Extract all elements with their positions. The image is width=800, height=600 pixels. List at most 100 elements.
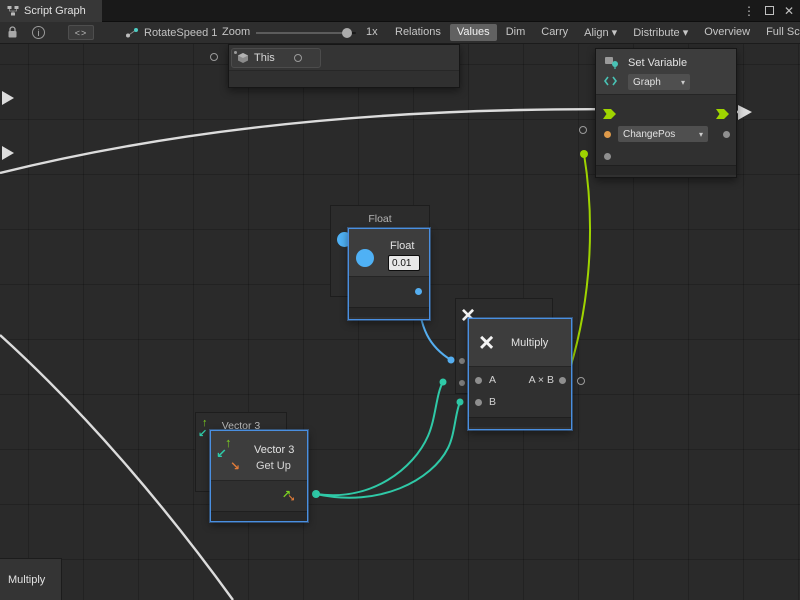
- fullscreen-button[interactable]: Full Screen: [759, 24, 800, 41]
- setvariable-unconnected-port[interactable]: [579, 126, 587, 134]
- values-button[interactable]: Values: [450, 24, 497, 41]
- lock-glyph: [7, 26, 18, 39]
- corner-multiply-node[interactable]: Multiply: [0, 558, 62, 600]
- overview-button[interactable]: Overview: [697, 24, 757, 41]
- fallback-input-port[interactable]: [604, 153, 611, 160]
- float-footer: [349, 307, 429, 317]
- chevron-down-icon: ▾: [699, 130, 703, 139]
- info-glyph: i: [32, 26, 45, 39]
- zoom-slider[interactable]: [256, 32, 356, 34]
- this-label: This: [254, 52, 275, 64]
- tab-title: Script Graph: [24, 5, 86, 17]
- down-left-arrow-icon: ↙: [198, 429, 207, 440]
- align-dropdown-button[interactable]: Align ▾: [577, 24, 624, 41]
- float-type-icon: [356, 249, 374, 267]
- vector3-title: Vector 3: [254, 444, 294, 456]
- variable-output-port[interactable]: [723, 131, 730, 138]
- set-variable-title: Set Variable: [628, 57, 687, 69]
- multiply-node[interactable]: × Multiply A A × B B: [468, 318, 572, 430]
- variable-name-value: ChangePos: [623, 129, 675, 140]
- variable-name-dropdown[interactable]: ChangePos ▾: [618, 126, 708, 142]
- set-variable-node[interactable]: Set Variable Graph ▾ ChangePos ▾: [595, 48, 737, 178]
- vector3-footer: [211, 511, 307, 521]
- set-variable-body: ChangePos ▾: [596, 95, 736, 165]
- flow-input-arrow[interactable]: [602, 108, 617, 120]
- carry-button[interactable]: Carry: [534, 24, 575, 41]
- kebab-menu-icon[interactable]: ⋮: [743, 5, 755, 17]
- maximize-box: [765, 6, 774, 15]
- down-right-arrow-icon: ↘: [287, 494, 295, 503]
- close-icon[interactable]: ✕: [784, 5, 794, 17]
- down-right-arrow-icon: ↘: [230, 460, 240, 472]
- cube-icon: [237, 52, 249, 64]
- float-node[interactable]: Float: [348, 228, 430, 320]
- multiply-x-icon: ×: [479, 329, 494, 355]
- wire-teal-getup-to-multiply-a[interactable]: [316, 382, 443, 495]
- tab-script-graph[interactable]: Script Graph: [0, 0, 102, 22]
- wire-teal-getup-to-multiply-b[interactable]: [316, 402, 460, 498]
- scope-value: Graph: [633, 77, 661, 88]
- multiply-header: × Multiply: [469, 319, 571, 367]
- flow-output-arrow[interactable]: [715, 108, 730, 120]
- set-variable-footer: [596, 165, 736, 175]
- unity-script-graph-window: Script Graph ⋮ ✕ i <> RotateSpeed 1: [0, 0, 800, 600]
- this-output-port[interactable]: [294, 54, 302, 62]
- float-value-input[interactable]: [388, 255, 420, 271]
- vector3-subtitle: Get Up: [256, 460, 291, 472]
- set-variable-icon: [603, 56, 619, 88]
- vector3-getup-node[interactable]: ↑ ↙ ↘ Vector 3 Get Up ↗ ↘: [210, 430, 308, 522]
- this-unconnected-port[interactable]: [210, 53, 218, 61]
- relations-button[interactable]: Relations: [388, 24, 448, 41]
- down-left-arrow-icon: ↙: [216, 447, 227, 460]
- chevron-down-icon: ▾: [681, 78, 685, 87]
- vector3-header: ↑ ↙ ↘ Vector 3 Get Up: [211, 431, 307, 481]
- graph-breadcrumb[interactable]: RotateSpeed 1: [125, 27, 217, 39]
- info-icon[interactable]: i: [32, 26, 45, 39]
- teal-wire-endpoint-b[interactable]: [457, 399, 464, 406]
- set-variable-header: Set Variable Graph ▾: [596, 49, 736, 95]
- script-graph-icon: [7, 5, 19, 17]
- multiply-input-b-label: B: [489, 396, 496, 408]
- lock-icon[interactable]: [7, 26, 18, 39]
- zoom-value: 1x: [366, 26, 378, 38]
- window-controls: ⋮ ✕: [743, 0, 794, 22]
- multiply-title: Multiply: [511, 337, 548, 349]
- multiply-unconnected-port[interactable]: [577, 377, 585, 385]
- variable-scope-dropdown[interactable]: Graph ▾: [628, 74, 690, 90]
- this-node[interactable]: This: [228, 44, 460, 88]
- graph-asset-icon: [125, 27, 139, 39]
- this-chip[interactable]: This: [231, 48, 321, 68]
- multiply-footer: [469, 417, 571, 427]
- float-title: Float: [390, 240, 414, 252]
- ghost-port-b[interactable]: [459, 380, 465, 386]
- green-wire-endpoint[interactable]: [580, 150, 588, 158]
- edit-code-button[interactable]: <>: [68, 25, 94, 40]
- ghost-port-a[interactable]: [459, 358, 465, 364]
- multiply-input-b-port[interactable]: [475, 399, 482, 406]
- float-header: Float: [349, 229, 429, 277]
- wire-arrow-right-edge: [738, 105, 752, 120]
- getup-output-port[interactable]: [312, 490, 320, 498]
- zoom-label: Zoom: [222, 26, 250, 38]
- teal-wire-endpoint-a[interactable]: [440, 379, 447, 386]
- multiply-output-port[interactable]: [559, 377, 566, 384]
- graph-canvas[interactable]: Float × Vector 3 ↑ ↙ This: [0, 44, 800, 600]
- corner-multiply-title: Multiply: [8, 574, 45, 586]
- multiply-input-a-port[interactable]: [475, 377, 482, 384]
- multiply-body: A A × B B: [469, 367, 571, 417]
- tab-bar: Script Graph ⋮ ✕: [0, 0, 800, 22]
- float-ghost-title: Float: [331, 206, 429, 225]
- float-output-port[interactable]: [415, 288, 422, 295]
- multiply-input-a-label: A: [489, 374, 496, 386]
- graph-name-label: RotateSpeed 1: [144, 27, 217, 39]
- multiply-output-label: A × B: [529, 374, 554, 386]
- distribute-dropdown-button[interactable]: Distribute ▾: [626, 24, 695, 41]
- wire-arrow-left-bottom: [2, 146, 14, 160]
- dim-button[interactable]: Dim: [499, 24, 533, 41]
- zoom-slider-fill: [256, 32, 346, 34]
- zoom-slider-knob[interactable]: [342, 28, 352, 38]
- maximize-icon[interactable]: [765, 5, 774, 17]
- wire-arrow-left-top: [2, 91, 14, 105]
- blue-wire-endpoint[interactable]: [448, 357, 455, 364]
- variable-value-port[interactable]: [604, 131, 611, 138]
